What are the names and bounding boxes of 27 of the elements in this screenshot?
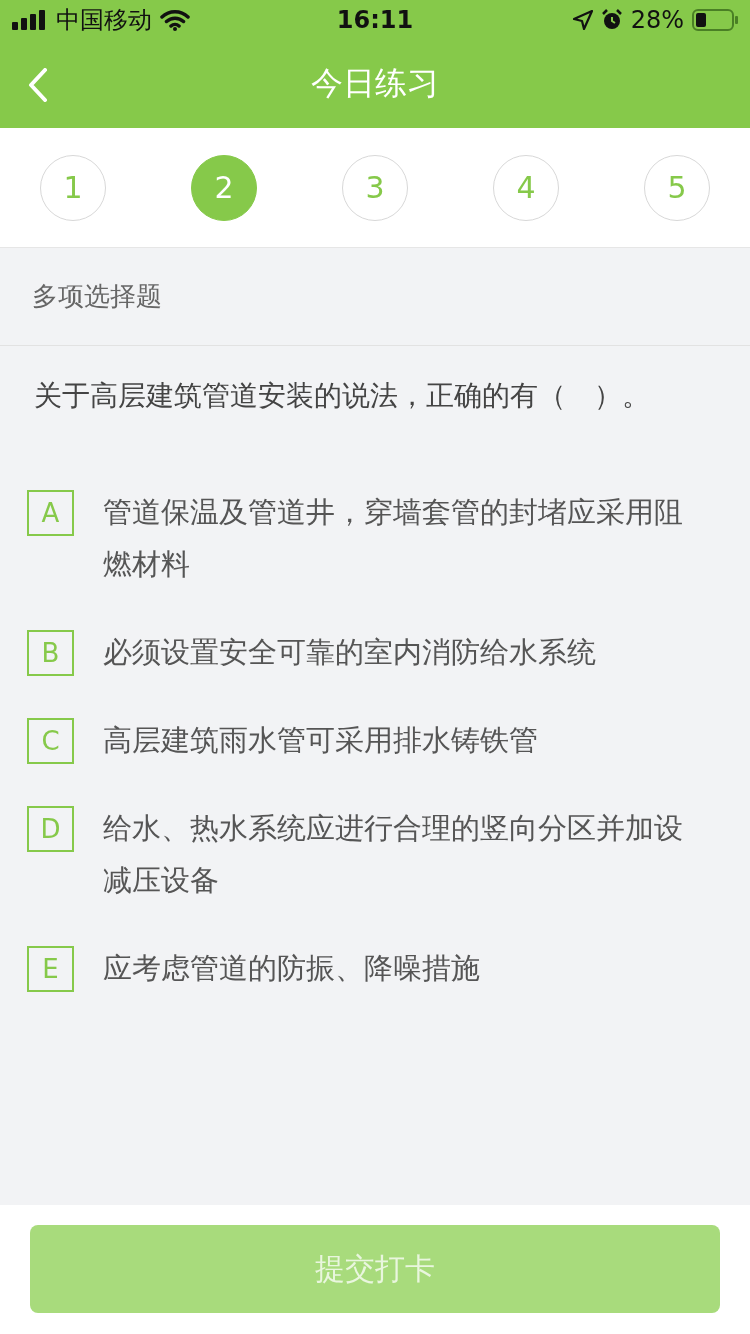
option-text[interactable]: 高层建筑雨水管可采用排水铸铁管 (103, 714, 705, 766)
wifi-icon (160, 9, 190, 31)
question-number-tab[interactable]: 5 (644, 154, 710, 221)
back-button[interactable] (28, 68, 48, 102)
question-number-tab[interactable]: 2 (191, 154, 257, 221)
option-text[interactable]: 管道保温及管道井，穿墙套管的封堵应采用阻燃材料 (103, 486, 705, 590)
option-letter-checkbox[interactable]: D (27, 806, 74, 852)
alarm-icon (600, 9, 623, 31)
question-number-tab[interactable]: 3 (342, 154, 408, 221)
clock-time: 16:11 (336, 6, 414, 34)
option-letter-checkbox[interactable]: A (27, 490, 74, 536)
page-title: 今日练习 (311, 63, 439, 104)
location-arrow-icon (572, 10, 593, 30)
option-letter-checkbox[interactable]: E (27, 946, 74, 992)
question-number-tab[interactable]: 4 (493, 154, 559, 221)
signal-icon (12, 10, 48, 30)
option-text[interactable]: 必须设置安全可靠的室内消防给水系统 (103, 626, 705, 678)
option-letter-checkbox[interactable]: C (27, 718, 74, 764)
carrier-name: 中国移动 (56, 5, 152, 36)
option-text[interactable]: 应考虑管道的防振、降噪措施 (103, 942, 705, 994)
battery-percent: 28% (630, 6, 684, 34)
question-number-tab[interactable]: 1 (40, 154, 106, 221)
option-letter-checkbox[interactable]: B (27, 630, 74, 676)
option-text[interactable]: 给水、热水系统应进行合理的竖向分区并加设减压设备 (103, 802, 705, 906)
battery-icon (692, 9, 738, 31)
question-text: 关于高层建筑管道安装的说法，正确的有（ ）。 (33, 378, 651, 414)
question-type: 多项选择题 (32, 280, 162, 313)
